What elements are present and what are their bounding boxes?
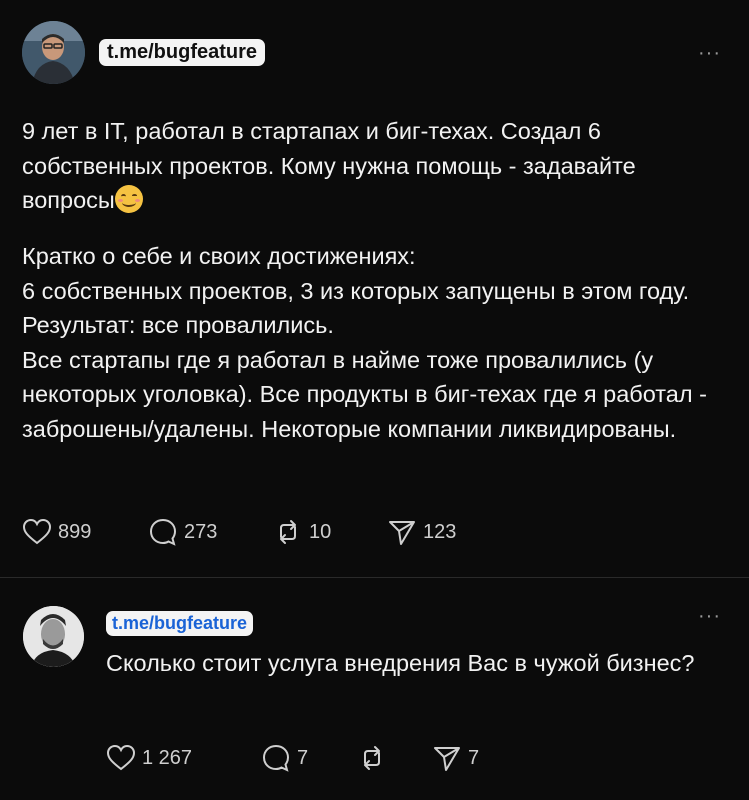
post-line: Кратко о себе и своих достижениях: <box>22 243 416 269</box>
more-icon[interactable]: ··· <box>698 605 721 628</box>
avatar-image <box>23 606 84 667</box>
avatar[interactable] <box>22 21 85 84</box>
reply-text: Сколько стоит услуга внедрения Вас в чуж… <box>106 650 695 676</box>
thread-post: t.me/bugfeature ··· 9 лет в IT, работал … <box>0 0 749 578</box>
heart-icon <box>22 518 52 545</box>
share-icon <box>434 747 460 771</box>
reply-actions: 1 267 7 7 <box>106 743 479 773</box>
like-button[interactable]: 899 <box>22 518 148 546</box>
like-button[interactable]: 1 267 <box>106 744 261 772</box>
share-button[interactable]: 123 <box>387 518 456 546</box>
repost-button[interactable] <box>357 743 432 773</box>
share-count: 7 <box>468 746 480 769</box>
comment-count: 7 <box>297 746 309 769</box>
share-icon <box>389 521 415 545</box>
repost-icon <box>364 746 380 770</box>
repost-icon <box>280 520 296 544</box>
post-text-paragraph-2: Кратко о себе и своих достижениях: 6 соб… <box>22 239 722 446</box>
like-count: 899 <box>58 520 92 543</box>
post-line: Все стартапы где я работал в найме тоже … <box>22 346 707 442</box>
like-count: 1 267 <box>142 746 193 769</box>
post-text: 9 лет в IT, работал в стартапах и биг-те… <box>22 114 722 218</box>
heart-icon <box>106 744 136 771</box>
thread-reply: t.me/bugfeature ··· Сколько стоит услуга… <box>0 580 749 800</box>
comment-icon <box>149 518 177 546</box>
repost-button[interactable]: 10 <box>273 517 387 547</box>
comment-icon <box>262 744 290 772</box>
comment-count: 273 <box>184 520 218 543</box>
post-divider <box>0 577 749 578</box>
avatar-image <box>22 21 85 84</box>
smiling-face-emoji-icon <box>114 185 143 213</box>
more-icon[interactable]: ··· <box>698 42 721 65</box>
comment-button[interactable]: 7 <box>261 743 357 773</box>
share-count: 123 <box>423 520 457 543</box>
repost-count: 10 <box>309 520 332 543</box>
post-line: 6 собственных проектов, 3 из которых зап… <box>22 277 690 339</box>
avatar[interactable] <box>23 606 84 667</box>
post-actions: 899 273 10 123 <box>22 517 456 547</box>
channel-handle-link[interactable]: t.me/bugfeature <box>99 39 266 66</box>
channel-handle-link[interactable]: t.me/bugfeature <box>106 611 254 636</box>
share-button[interactable]: 7 <box>432 744 479 772</box>
comment-button[interactable]: 273 <box>148 517 273 547</box>
